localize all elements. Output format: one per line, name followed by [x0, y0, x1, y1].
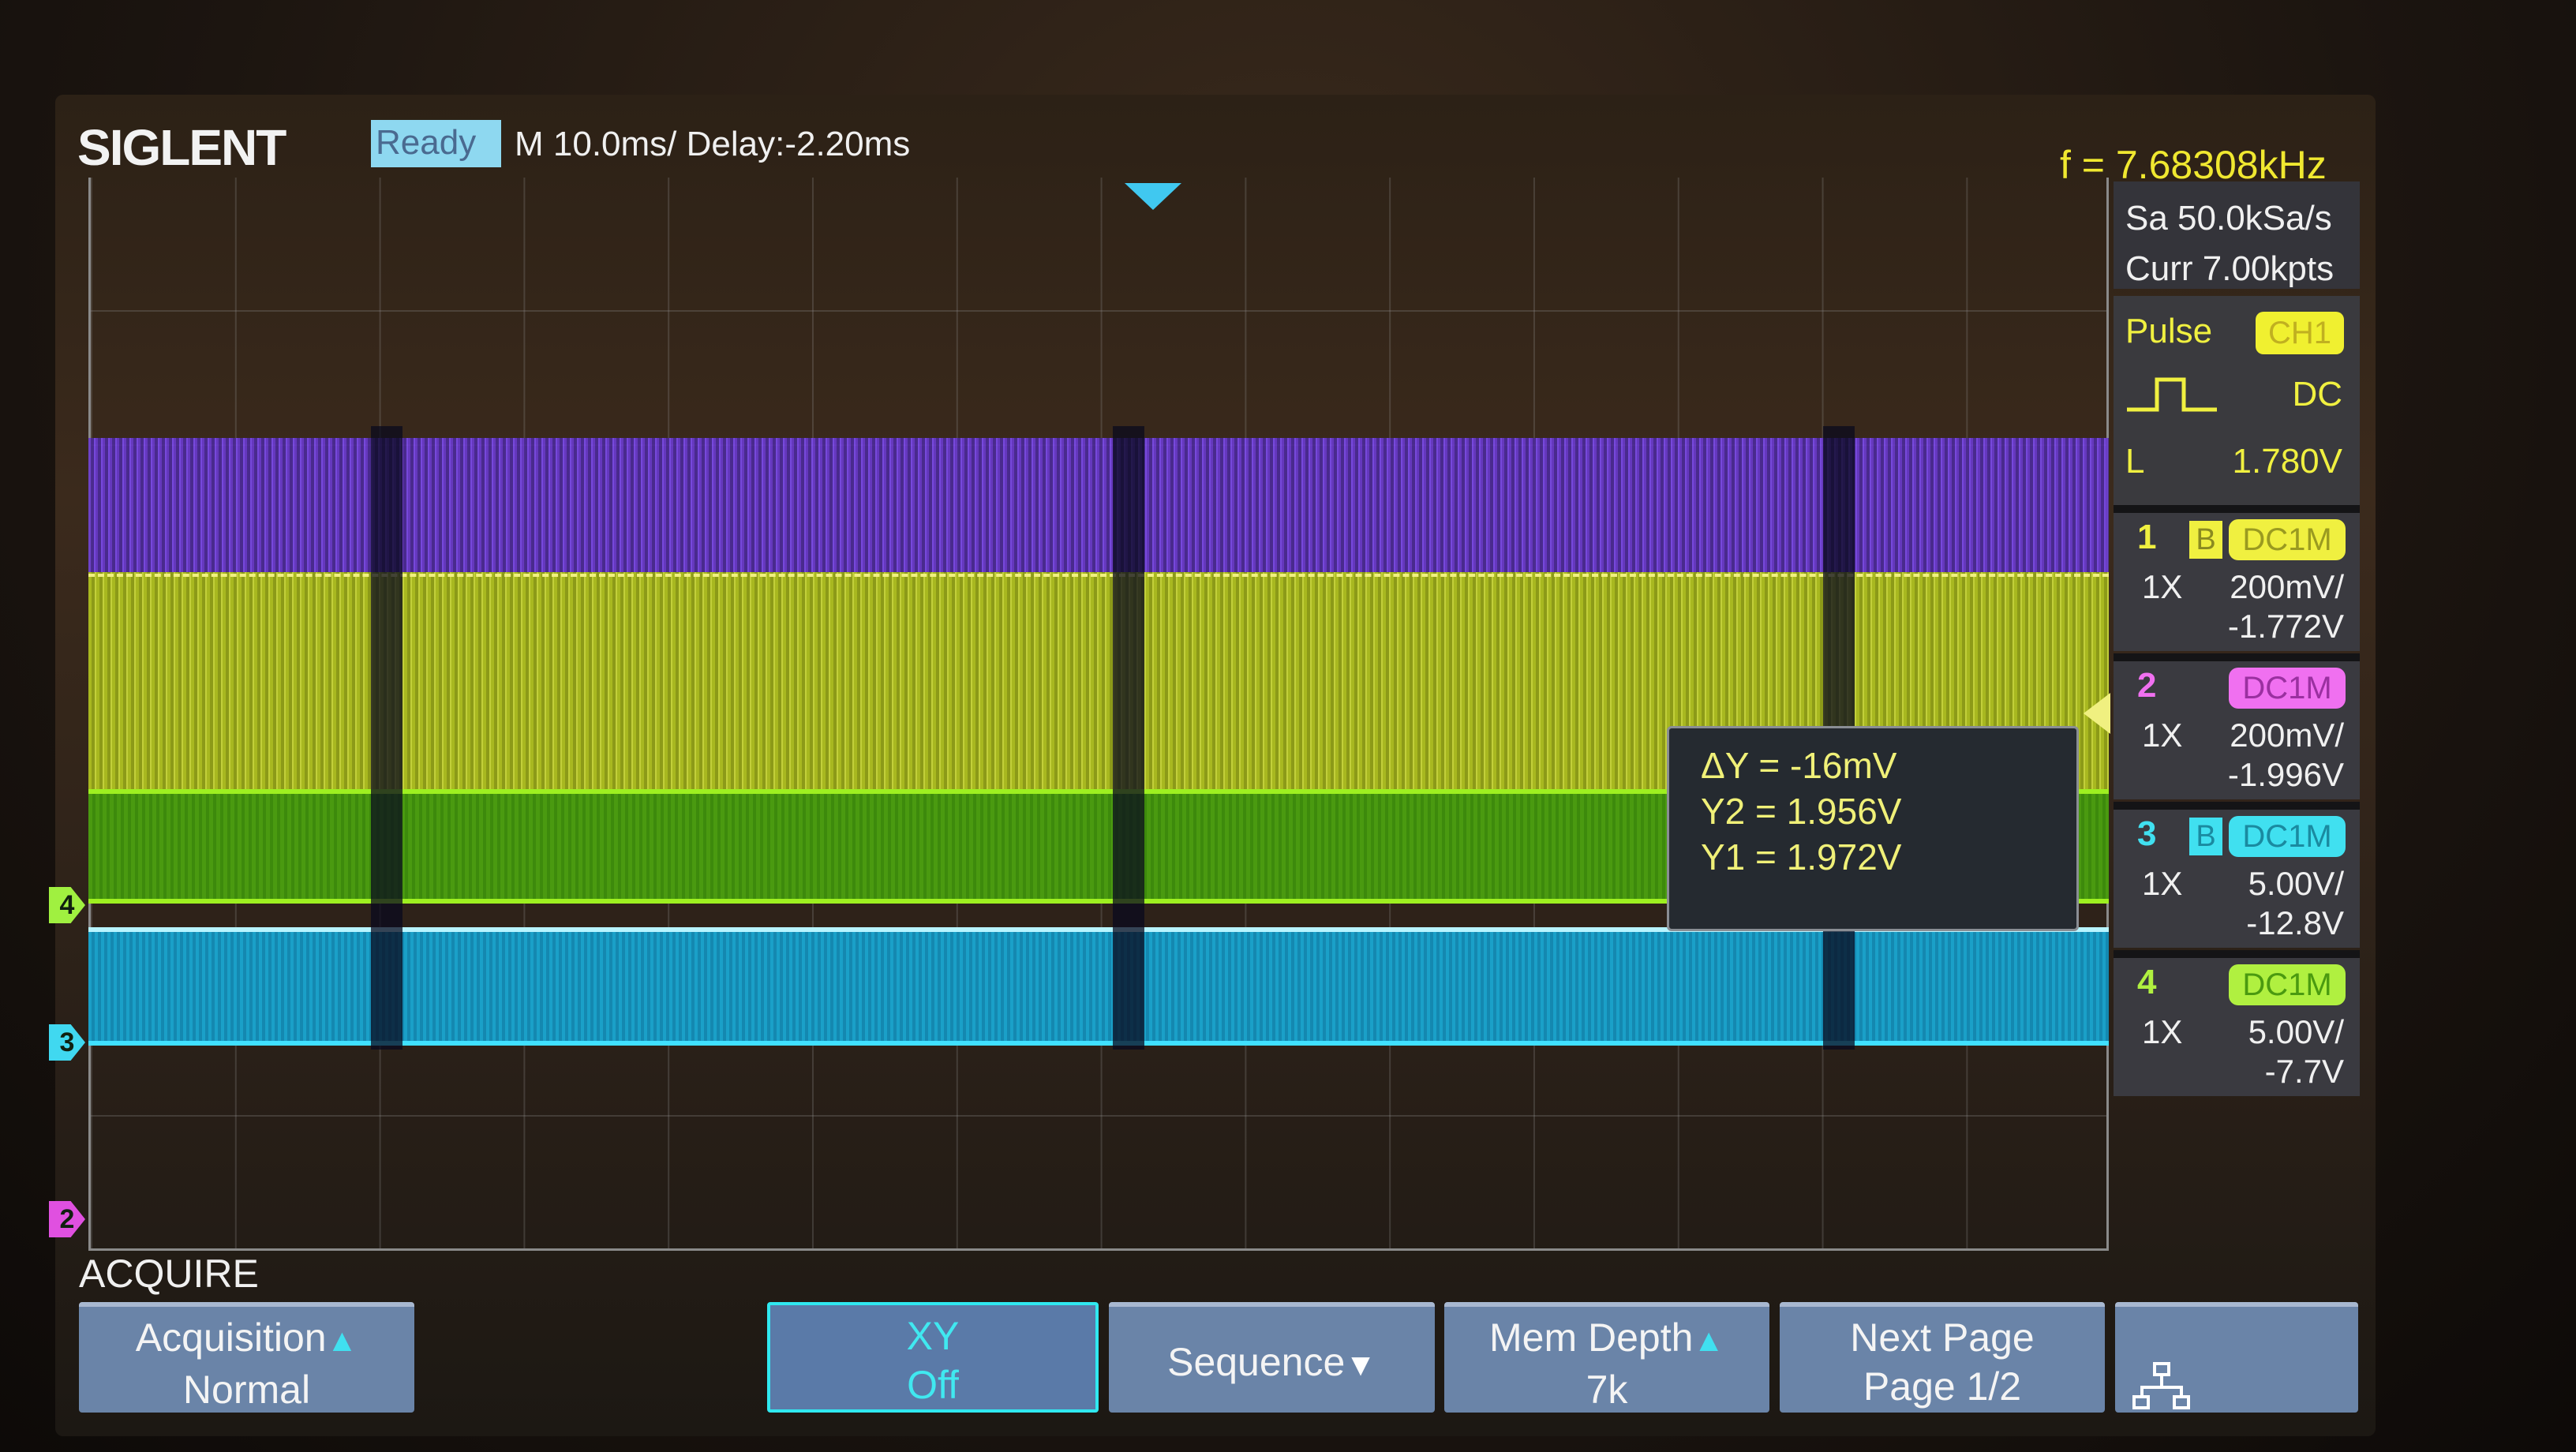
- probe-ratio: 1X: [2142, 865, 2183, 902]
- channel-4-panel[interactable]: 4 DC1M 1X 5.00V/ -7.7V: [2114, 950, 2360, 1096]
- coupling-badge: DC1M: [2229, 519, 2346, 560]
- vertical-offset: -1.772V: [2227, 608, 2344, 645]
- vertical-scale: 200mV/: [2230, 717, 2344, 754]
- signal-gap: [1113, 426, 1144, 1050]
- vertical-scale: 200mV/: [2230, 568, 2344, 605]
- vertical-offset: -12.8V: [2246, 904, 2344, 941]
- trigger-type: Pulse: [2125, 312, 2213, 350]
- network-button[interactable]: [2115, 1302, 2358, 1413]
- trigger-panel[interactable]: Pulse CH1 DC L 1.780V: [2114, 296, 2360, 505]
- cursor-y2: Y2 = 1.956V: [1701, 791, 1902, 832]
- coupling-badge: DC1M: [2229, 668, 2346, 709]
- brand-logo: SIGLENT: [77, 119, 286, 176]
- channel-number: 2: [2137, 666, 2157, 705]
- vertical-scale: 5.00V/: [2248, 1013, 2344, 1050]
- button-label: Next Page: [1850, 1315, 2035, 1360]
- trigger-source-badge: CH1: [2256, 312, 2344, 354]
- bandwidth-limit-badge: B: [2189, 818, 2222, 855]
- xy-mode-button[interactable]: XY Off: [767, 1302, 1099, 1413]
- channel-1-panel[interactable]: 1 B DC1M 1X 200mV/ -1.772V: [2114, 505, 2360, 651]
- vertical-offset: -1.996V: [2227, 756, 2344, 793]
- vertical-scale: 5.00V/: [2248, 865, 2344, 902]
- vertical-offset: -7.7V: [2264, 1053, 2344, 1090]
- pulse-icon: [2127, 377, 2217, 412]
- memory-points: Curr 7.00kpts: [2125, 249, 2334, 288]
- trigger-level-marker[interactable]: [2084, 693, 2110, 734]
- cursor-y1: Y1 = 1.972V: [1701, 836, 1902, 878]
- probe-ratio: 1X: [2142, 1013, 2183, 1050]
- trigger-position-marker[interactable]: [1125, 183, 1181, 210]
- button-label: XY: [906, 1314, 960, 1358]
- timebase-readout: M 10.0ms/ Delay:-2.20ms: [515, 125, 911, 163]
- arrow-up-icon: ▲: [326, 1323, 358, 1358]
- coupling-badge: DC1M: [2229, 964, 2346, 1005]
- network-icon: [2132, 1362, 2190, 1409]
- button-label: Sequence: [1167, 1340, 1346, 1384]
- signal-gap: [371, 426, 402, 1050]
- coupling-badge: DC1M: [2229, 816, 2346, 857]
- channel-number: 3: [2137, 814, 2157, 853]
- button-label: Mem Depth: [1488, 1315, 1694, 1360]
- next-page-button[interactable]: Next Page Page 1/2: [1780, 1302, 2105, 1413]
- button-value: Normal: [182, 1368, 311, 1412]
- button-label: Acquisition: [135, 1315, 327, 1360]
- bandwidth-limit-badge: B: [2189, 521, 2222, 559]
- sequence-button[interactable]: Sequence▼: [1109, 1302, 1435, 1413]
- arrow-down-icon: ▼: [1345, 1348, 1376, 1383]
- cursor-delta-y: ΔY = -16mV: [1701, 745, 1897, 786]
- channel-2-panel[interactable]: 2 DC1M 1X 200mV/ -1.996V: [2114, 653, 2360, 799]
- arrow-up-icon: ▲: [1693, 1323, 1725, 1358]
- cursor-readout: ΔY = -16mV Y2 = 1.956V Y1 = 1.972V: [1667, 726, 2079, 931]
- acquisition-info: Sa 50.0kSa/s Curr 7.00kpts: [2114, 182, 2360, 289]
- mem-depth-button[interactable]: Mem Depth▲ 7k: [1444, 1302, 1769, 1413]
- probe-ratio: 1X: [2142, 568, 2183, 605]
- button-value: Page 1/2: [1863, 1364, 2022, 1409]
- trigger-level-label: L: [2125, 442, 2145, 481]
- menu-title: ACQUIRE: [79, 1252, 259, 1296]
- run-status-badge: Ready: [371, 120, 501, 167]
- button-value: 7k: [1586, 1368, 1628, 1412]
- acquisition-mode-button[interactable]: Acquisition▲ Normal: [79, 1302, 414, 1413]
- button-value: Off: [907, 1363, 959, 1407]
- channel-number: 1: [2137, 518, 2157, 556]
- trigger-coupling: DC: [2292, 375, 2342, 414]
- probe-ratio: 1X: [2142, 717, 2183, 754]
- sample-rate: Sa 50.0kSa/s: [2125, 199, 2332, 238]
- channel-number: 4: [2137, 963, 2157, 1001]
- trigger-level: 1.780V: [2232, 442, 2342, 481]
- channel-3-panel[interactable]: 3 B DC1M 1X 5.00V/ -12.8V: [2114, 802, 2360, 948]
